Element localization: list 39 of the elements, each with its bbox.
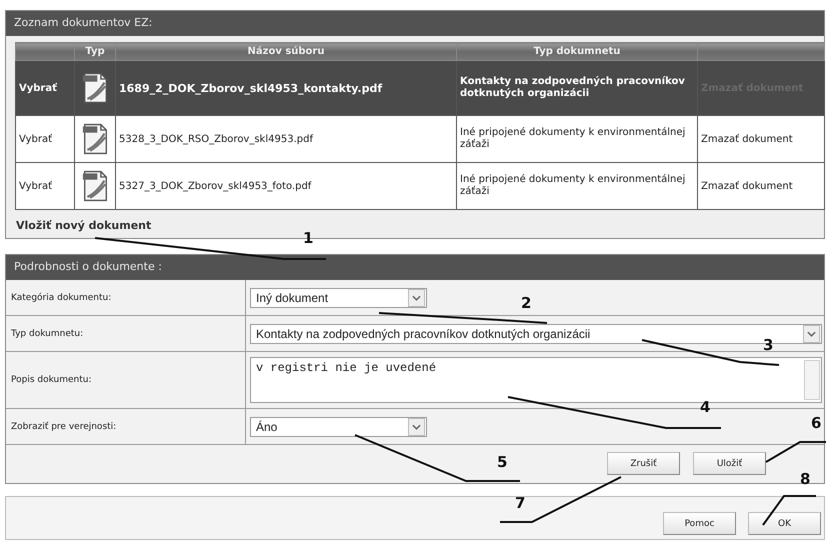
column-header: Typ [74, 42, 116, 60]
dropdown[interactable]: Iný dokument [250, 288, 427, 308]
callout-line [762, 495, 816, 526]
form-button[interactable]: Uložiť [693, 452, 766, 475]
dropdown[interactable]: Áno [250, 416, 427, 436]
select-link[interactable]: Vybrať [19, 134, 52, 144]
form-button[interactable]: Zrušiť [607, 452, 680, 475]
document-type: Iné pripojené dokumenty k environmentálnej záťaži [460, 174, 686, 198]
column-header: Typ dokumnetu [456, 42, 698, 60]
pdf-file-icon [82, 122, 108, 156]
pdf-file-icon [82, 169, 108, 203]
callout-number: 5 [497, 453, 508, 471]
field-label: Kategória dokumentu: [11, 292, 112, 302]
panel-title: Podrobnosti o dokumente : [6, 255, 824, 280]
pdf-file-icon [82, 71, 108, 105]
field-label: Zobraziť pre verejnosti: [11, 422, 116, 432]
footer-button[interactable]: Pomoc [663, 512, 736, 535]
add-document-link[interactable]: Vložiť nový dokument [16, 219, 152, 232]
table-row[interactable]: Vybrať 5328_3_DOK_RSO_Zborov_skl4953.pdf Iné pripojené dokumenty k environmentálnej záťaži Zmazať dokument [16, 116, 824, 162]
footer-button[interactable]: OK [748, 512, 821, 535]
table-row[interactable]: Vybrať 5327_3_DOK_Zborov_skl4953_foto.pdf Iné pripojené dokumenty k environmentálnej záťaži Zmazať dokument [16, 162, 824, 210]
scrollbar[interactable] [804, 360, 820, 400]
file-name: 5328_3_DOK_RSO_Zborov_skl4953.pdf [119, 134, 313, 144]
document-type: Iné pripojené dokumenty k environmentálnej záťaži [460, 127, 686, 151]
field-label: Typ dokumnetu: [11, 328, 84, 338]
select-link[interactable]: Vybrať [19, 82, 57, 94]
column-header: Názov súboru [116, 42, 456, 60]
callout-number: 8 [800, 470, 810, 488]
callout-number: 7 [515, 494, 526, 512]
file-name: 1689_2_DOK_Zborov_skl4953_kontakty.pdf [119, 82, 382, 94]
callout-number: 1 [303, 229, 314, 247]
panel-title: Zoznam dokumentov EZ: [6, 11, 824, 36]
file-name: 5327_3_DOK_Zborov_skl4953_foto.pdf [119, 180, 312, 192]
callout-number: 6 [811, 414, 822, 432]
callout-line [766, 441, 826, 463]
select-link[interactable]: Vybrať [19, 180, 52, 192]
callout-number: 2 [521, 294, 532, 312]
field-label: Popis dokumentu: [11, 375, 92, 385]
document-type: Kontakty na zodpovedných pracovníkov dotknutých organizácii [460, 76, 686, 100]
